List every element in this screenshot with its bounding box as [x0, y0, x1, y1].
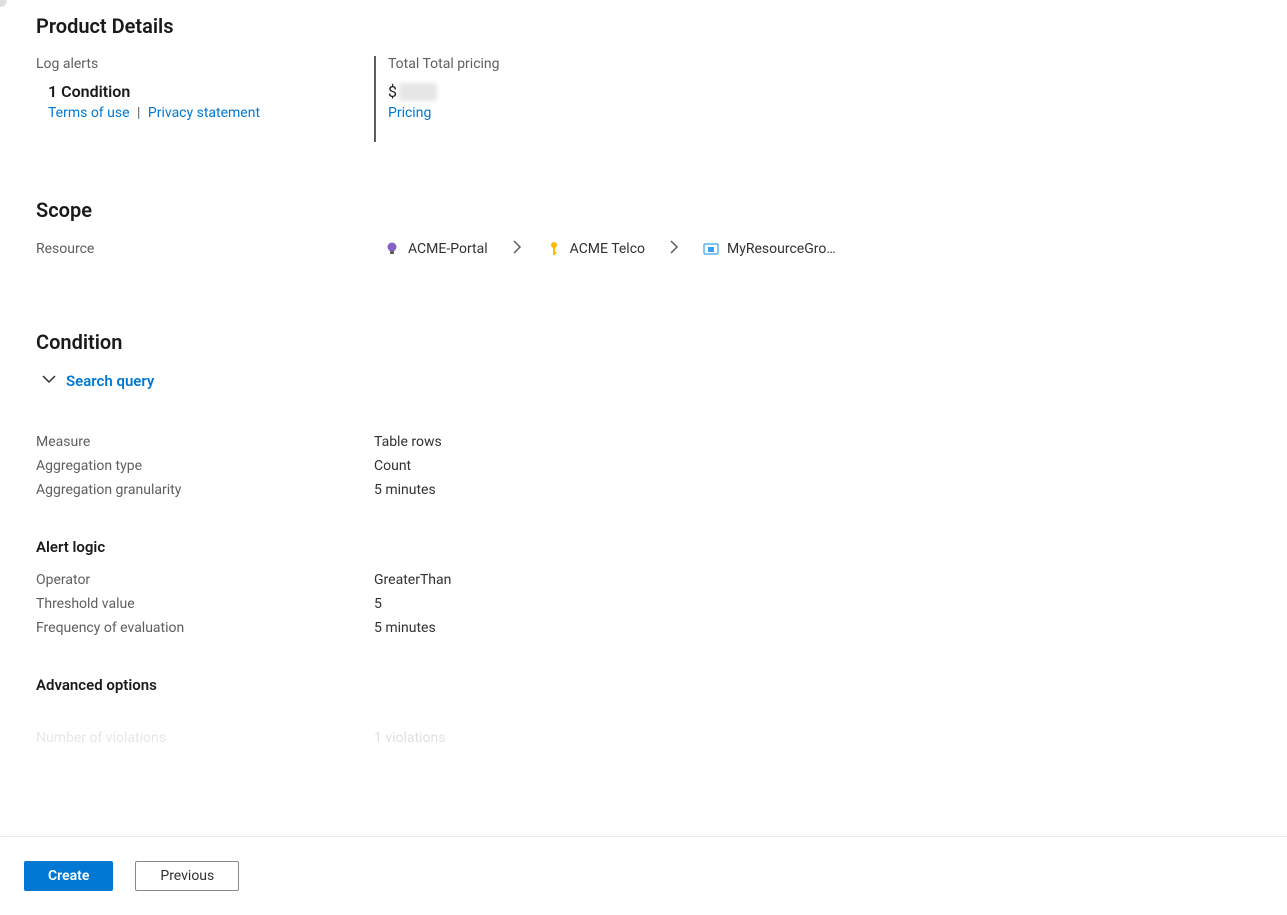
kv-measure: Measure Table rows: [36, 430, 1287, 454]
kv-key: Number of violations: [36, 730, 374, 746]
price-value: $: [388, 82, 500, 101]
search-query-toggle[interactable]: Search query: [42, 372, 1287, 390]
log-alerts-label: Log alerts: [36, 56, 374, 72]
kv-threshold: Threshold value 5: [36, 592, 1287, 616]
kv-key: Operator: [36, 572, 374, 588]
advanced-options-heading: Advanced options: [36, 676, 1287, 694]
product-right-col: Total Total pricing $ Pricing: [374, 56, 500, 142]
scope-heading: Scope: [36, 198, 1287, 222]
breadcrumb-item-resourcegroup[interactable]: MyResourceGro…: [703, 241, 836, 257]
price-prefix: $: [388, 82, 397, 101]
product-links: Terms of use | Privacy statement: [48, 105, 374, 121]
kv-key: Measure: [36, 434, 374, 450]
previous-button[interactable]: Previous: [135, 861, 239, 891]
kv-num-violations-cutoff: Number of violations 1 violations: [36, 730, 1287, 746]
kv-val: Table rows: [374, 434, 442, 450]
resource-group-icon: [703, 241, 719, 257]
chevron-right-icon: [645, 240, 703, 258]
resource-label: Resource: [36, 241, 384, 257]
breadcrumb-label: MyResourceGro…: [727, 241, 836, 257]
kv-key: Aggregation granularity: [36, 482, 374, 498]
lightbulb-icon: [384, 241, 400, 257]
product-details-heading: Product Details: [36, 14, 1287, 38]
key-icon: [546, 241, 562, 257]
breadcrumb-label: ACME Telco: [570, 241, 645, 257]
kv-operator: Operator GreaterThan: [36, 568, 1287, 592]
breadcrumb-label: ACME-Portal: [408, 241, 488, 257]
chevron-down-icon: [42, 372, 56, 390]
kv-val: Count: [374, 458, 411, 474]
link-separator: |: [133, 105, 144, 121]
pricing-link[interactable]: Pricing: [388, 105, 431, 121]
kv-val: 1 violations: [374, 730, 445, 746]
kv-key: Frequency of evaluation: [36, 620, 374, 636]
main-content: Product Details Log alerts 1 Condition T…: [0, 0, 1287, 836]
kv-val: 5 minutes: [374, 482, 436, 498]
kv-val: 5: [374, 596, 382, 612]
kv-val: GreaterThan: [374, 572, 451, 588]
product-details-row: Log alerts 1 Condition Terms of use | Pr…: [36, 56, 1287, 142]
alert-logic-heading: Alert logic: [36, 538, 1287, 556]
scope-row: Resource ACME-Portal ACME Telco: [36, 240, 1287, 258]
resource-breadcrumbs: ACME-Portal ACME Telco: [384, 240, 836, 258]
search-query-label: Search query: [66, 372, 154, 390]
kv-key: Threshold value: [36, 596, 374, 612]
product-left-col: Log alerts 1 Condition Terms of use | Pr…: [36, 56, 374, 142]
alert-logic-block: Operator GreaterThan Threshold value 5 F…: [36, 568, 1287, 640]
price-blurred: [399, 83, 437, 101]
terms-of-use-link[interactable]: Terms of use: [48, 105, 130, 121]
condition-count: 1 Condition: [48, 82, 374, 101]
privacy-statement-link[interactable]: Privacy statement: [148, 105, 260, 121]
total-pricing-label: Total Total pricing: [388, 56, 500, 72]
kv-aggregation-type: Aggregation type Count: [36, 454, 1287, 478]
footer-bar: Create Previous: [0, 836, 1287, 915]
create-button[interactable]: Create: [24, 861, 113, 891]
condition-measure-block: Measure Table rows Aggregation type Coun…: [36, 430, 1287, 502]
kv-key: Aggregation type: [36, 458, 374, 474]
breadcrumb-item-telco[interactable]: ACME Telco: [546, 241, 645, 257]
breadcrumb-item-portal[interactable]: ACME-Portal: [384, 241, 488, 257]
kv-aggregation-granularity: Aggregation granularity 5 minutes: [36, 478, 1287, 502]
kv-val: 5 minutes: [374, 620, 436, 636]
kv-frequency: Frequency of evaluation 5 minutes: [36, 616, 1287, 640]
chevron-right-icon: [488, 240, 546, 258]
condition-heading: Condition: [36, 330, 1287, 354]
